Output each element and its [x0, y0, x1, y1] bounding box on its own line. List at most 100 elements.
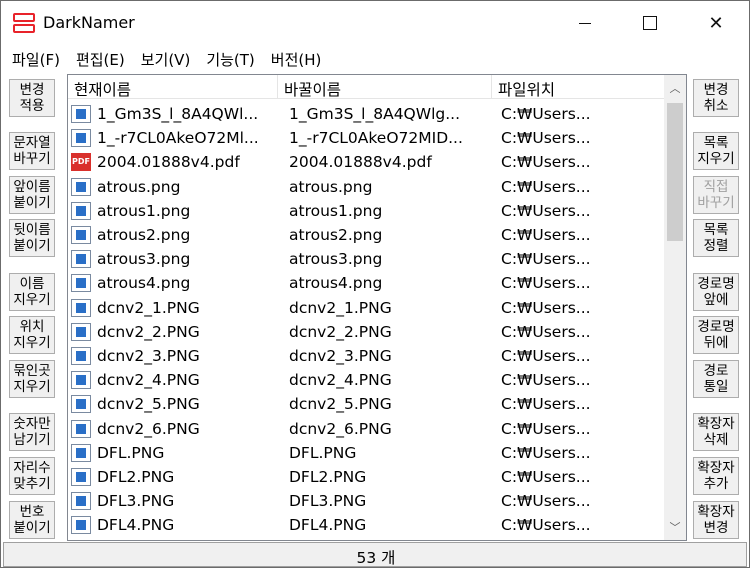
left-tool-button-3[interactable]: 뒷이름 붙이기: [9, 219, 55, 257]
cell-current-name: dcnv2_4.PNG: [68, 371, 278, 390]
table-row[interactable]: 1_-r7CL0AkeO72Ml... 1_-r7CL0AkeO72MID... C…: [68, 126, 664, 150]
table-row[interactable]: 1_Gm3S_l_8A4QWl... 1_Gm3S_l_8A4QWlg... C:₩…: [68, 102, 664, 126]
right-tool-button-1[interactable]: 목록 지우기: [693, 132, 739, 170]
table-row[interactable]: DFL.PNG DFL.PNG C:₩Users...: [68, 441, 664, 465]
table-row[interactable]: DFL2.PNG DFL2.PNG C:₩Users...: [68, 465, 664, 489]
menu-item[interactable]: 보기(V): [134, 47, 200, 71]
cell-location: C:₩Users...: [501, 274, 591, 293]
table-row[interactable]: atrous.png atrous.png C:₩Users...: [68, 175, 664, 199]
current-name-text: dcnv2_3.PNG: [97, 346, 200, 365]
current-name-text: DFL2.PNG: [97, 467, 175, 486]
cell-current-name: atrous3.png: [68, 250, 278, 269]
scroll-down-icon[interactable]: ﹀: [664, 518, 686, 538]
cell-new-name: DFL.PNG: [289, 443, 357, 462]
right-tool-button-2[interactable]: 직접 바꾸기: [693, 176, 739, 214]
table-row[interactable]: DFL3.PNG DFL3.PNG C:₩Users...: [68, 489, 664, 513]
image-file-icon: [71, 105, 91, 124]
cell-current-name: dcnv2_1.PNG: [68, 298, 278, 317]
right-tool-button-6[interactable]: 경로 통일: [693, 360, 739, 398]
current-name-text: atrous.png: [97, 177, 181, 196]
cell-current-name: dcnv2_6.PNG: [68, 419, 278, 438]
cell-new-name: DFL4.PNG: [289, 516, 367, 535]
cell-new-name: DFL3.PNG: [289, 492, 367, 511]
table-row[interactable]: atrous3.png atrous3.png C:₩Users...: [68, 247, 664, 271]
cell-location: C:₩Users...: [501, 419, 591, 438]
list-header: 현재이름 바꿀이름 파일위치: [68, 75, 664, 99]
left-tool-button-4[interactable]: 이름 지우기: [9, 273, 55, 311]
cell-current-name: DFL4.PNG: [68, 516, 278, 535]
current-name-text: dcnv2_4.PNG: [97, 371, 200, 390]
cell-current-name: DFL3.PNG: [68, 492, 278, 511]
left-tool-button-8[interactable]: 자리수 맞추기: [9, 457, 55, 495]
table-row[interactable]: dcnv2_1.PNG dcnv2_1.PNG C:₩Users...: [68, 296, 664, 320]
menu-item[interactable]: 버전(H): [264, 47, 331, 71]
right-tool-button-8[interactable]: 확장자 추가: [693, 457, 739, 495]
right-tool-button-4[interactable]: 경로명 앞에: [693, 273, 739, 311]
table-row[interactable]: dcnv2_2.PNG dcnv2_2.PNG C:₩Users...: [68, 320, 664, 344]
current-name-text: 1_-r7CL0AkeO72Ml...: [97, 129, 259, 148]
cell-new-name: atrous4.png: [289, 274, 383, 293]
cell-new-name: atrous.png: [289, 177, 373, 196]
maximize-button[interactable]: [618, 1, 682, 45]
image-file-icon: [71, 274, 91, 293]
cell-new-name: 1_-r7CL0AkeO72MID...: [289, 129, 463, 148]
current-name-text: DFL4.PNG: [97, 516, 175, 535]
cell-new-name: atrous2.png: [289, 226, 383, 245]
cell-new-name: atrous3.png: [289, 250, 383, 269]
scroll-up-icon[interactable]: ︿: [664, 79, 686, 99]
menu-bar: 파일(F) 편집(E) 보기(V) 기능(T) 버전(H): [1, 47, 749, 71]
table-row[interactable]: atrous1.png atrous1.png C:₩Users...: [68, 199, 664, 223]
table-row[interactable]: atrous4.png atrous4.png C:₩Users...: [68, 271, 664, 295]
cell-location: C:₩Users...: [501, 516, 591, 535]
table-row[interactable]: dcnv2_4.PNG dcnv2_4.PNG C:₩Users...: [68, 368, 664, 392]
scrollbar-thumb[interactable]: [667, 103, 683, 241]
menu-item[interactable]: 기능(T): [199, 47, 263, 71]
column-header-location[interactable]: 파일위치: [492, 75, 664, 99]
current-name-text: dcnv2_5.PNG: [97, 395, 200, 414]
left-tool-button-5[interactable]: 위치 지우기: [9, 316, 55, 354]
menu-item[interactable]: 파일(F): [5, 47, 69, 71]
cell-current-name: dcnv2_2.PNG: [68, 322, 278, 341]
cell-location: C:₩Users...: [501, 467, 591, 486]
cell-location: C:₩Users...: [501, 250, 591, 269]
right-tool-button-5[interactable]: 경로명 뒤에: [693, 316, 739, 354]
minimize-button[interactable]: [553, 1, 617, 45]
maximize-icon: [643, 16, 657, 30]
menu-item[interactable]: 편집(E): [69, 47, 134, 71]
table-row[interactable]: dcnv2_5.PNG dcnv2_5.PNG C:₩Users...: [68, 392, 664, 416]
left-tool-button-6[interactable]: 묶인곳 지우기: [9, 360, 55, 398]
left-tool-button-1[interactable]: 문자열 바꾸기: [9, 132, 55, 170]
table-row[interactable]: dcnv2_6.PNG dcnv2_6.PNG C:₩Users...: [68, 416, 664, 440]
cell-location: C:₩Users...: [501, 371, 591, 390]
table-row[interactable]: atrous2.png atrous2.png C:₩Users...: [68, 223, 664, 247]
table-row[interactable]: DFL4.PNG DFL4.PNG C:₩Users...: [68, 513, 664, 537]
file-list[interactable]: 현재이름 바꿀이름 파일위치 1_Gm3S_l_8A4QWl... 1_Gm3S_…: [67, 74, 687, 541]
image-file-icon: [71, 492, 91, 511]
cell-location: C:₩Users...: [501, 226, 591, 245]
cell-current-name: DFL.PNG: [68, 443, 278, 462]
left-tool-button-7[interactable]: 숫자만 남기기: [9, 413, 55, 451]
right-tool-button-0[interactable]: 변경 취소: [693, 79, 739, 117]
close-button[interactable]: ✕: [684, 1, 748, 45]
cell-current-name: atrous4.png: [68, 274, 278, 293]
cell-current-name: atrous1.png: [68, 201, 278, 220]
vertical-scrollbar[interactable]: ︿ ﹀: [664, 75, 686, 540]
right-tool-button-9[interactable]: 확장자 변경: [693, 501, 739, 539]
pdf-file-icon: PDF: [71, 153, 91, 172]
right-tool-button-7[interactable]: 확장자 삭제: [693, 413, 739, 451]
left-tool-button-9[interactable]: 번호 붙이기: [9, 501, 55, 539]
right-tool-button-3[interactable]: 목록 정렬: [693, 219, 739, 257]
image-file-icon: [71, 129, 91, 148]
cell-location: C:₩Users...: [501, 322, 591, 341]
table-row[interactable]: PDF 2004.01888v4.pdf 2004.01888v4.pdf C:₩Us…: [68, 150, 664, 174]
current-name-text: atrous1.png: [97, 201, 191, 220]
cell-current-name: dcnv2_5.PNG: [68, 395, 278, 414]
column-header-current-name[interactable]: 현재이름: [68, 75, 278, 99]
table-row[interactable]: dcnv2_3.PNG dcnv2_3.PNG C:₩Users...: [68, 344, 664, 368]
current-name-text: 2004.01888v4.pdf: [97, 153, 240, 172]
left-tool-button-0[interactable]: 변경 적용: [9, 79, 55, 117]
column-header-new-name[interactable]: 바꿀이름: [278, 75, 492, 99]
title-bar[interactable]: DarkNamer ✕: [1, 1, 749, 45]
left-tool-button-2[interactable]: 앞이름 붙이기: [9, 176, 55, 214]
current-name-text: dcnv2_6.PNG: [97, 419, 200, 438]
